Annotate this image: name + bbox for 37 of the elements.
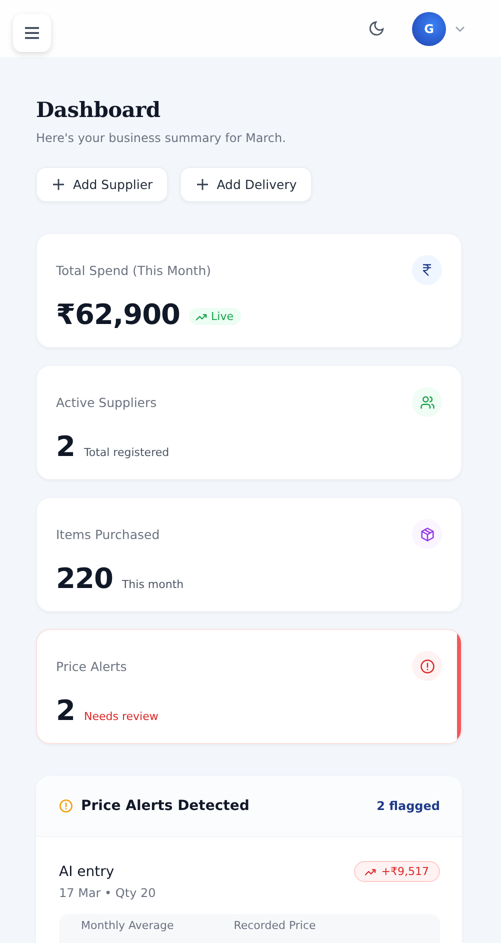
live-badge: Live	[189, 308, 240, 325]
moon-icon	[368, 20, 385, 37]
column-label: Monthly Average	[81, 919, 174, 934]
stat-label: Active Suppliers	[56, 394, 157, 410]
add-button[interactable]: Add Supplier	[36, 167, 168, 202]
trend-up-icon	[365, 868, 376, 876]
stat-label: Items Purchased	[56, 526, 160, 542]
menu-button[interactable]	[13, 14, 51, 52]
stat-value: 2	[56, 430, 75, 463]
trend-up-icon	[196, 312, 208, 320]
plus-icon	[196, 179, 208, 190]
page-title: Dashboard	[36, 97, 160, 122]
column-label: Recorded Price	[234, 919, 316, 934]
panel-title: Price Alerts Detected	[81, 798, 250, 814]
theme-toggle-button[interactable]	[368, 20, 385, 37]
stat-note: Total registered	[84, 446, 170, 459]
stat-note: Needs review	[84, 710, 158, 723]
rupee-icon	[420, 263, 434, 277]
users-icon	[420, 394, 434, 410]
alert-item-name: AI entry	[59, 864, 114, 880]
price-change-badge: +₹9,517	[354, 861, 440, 882]
stat-value: 2	[56, 694, 75, 727]
menu-icon	[25, 26, 39, 38]
alert-item-meta: 17 Mar • Qty 20	[59, 886, 157, 900]
alert-icon	[420, 658, 434, 674]
stat-label: Total Spend (This Month)	[56, 262, 212, 278]
stat-value: ₹62,900	[56, 298, 180, 331]
stat-note: This month	[122, 578, 184, 591]
add-button[interactable]: Add Delivery	[180, 167, 312, 202]
stat-label: Price Alerts	[56, 658, 127, 674]
plus-icon	[53, 179, 64, 190]
page-subtitle: Here's your business summary for March.	[36, 131, 286, 145]
user-avatar[interactable]: G	[412, 12, 446, 46]
alert-icon	[59, 799, 73, 813]
box-icon	[420, 526, 434, 542]
flagged-count: 2 flagged	[376, 799, 440, 813]
stat-value: 220	[56, 562, 113, 595]
